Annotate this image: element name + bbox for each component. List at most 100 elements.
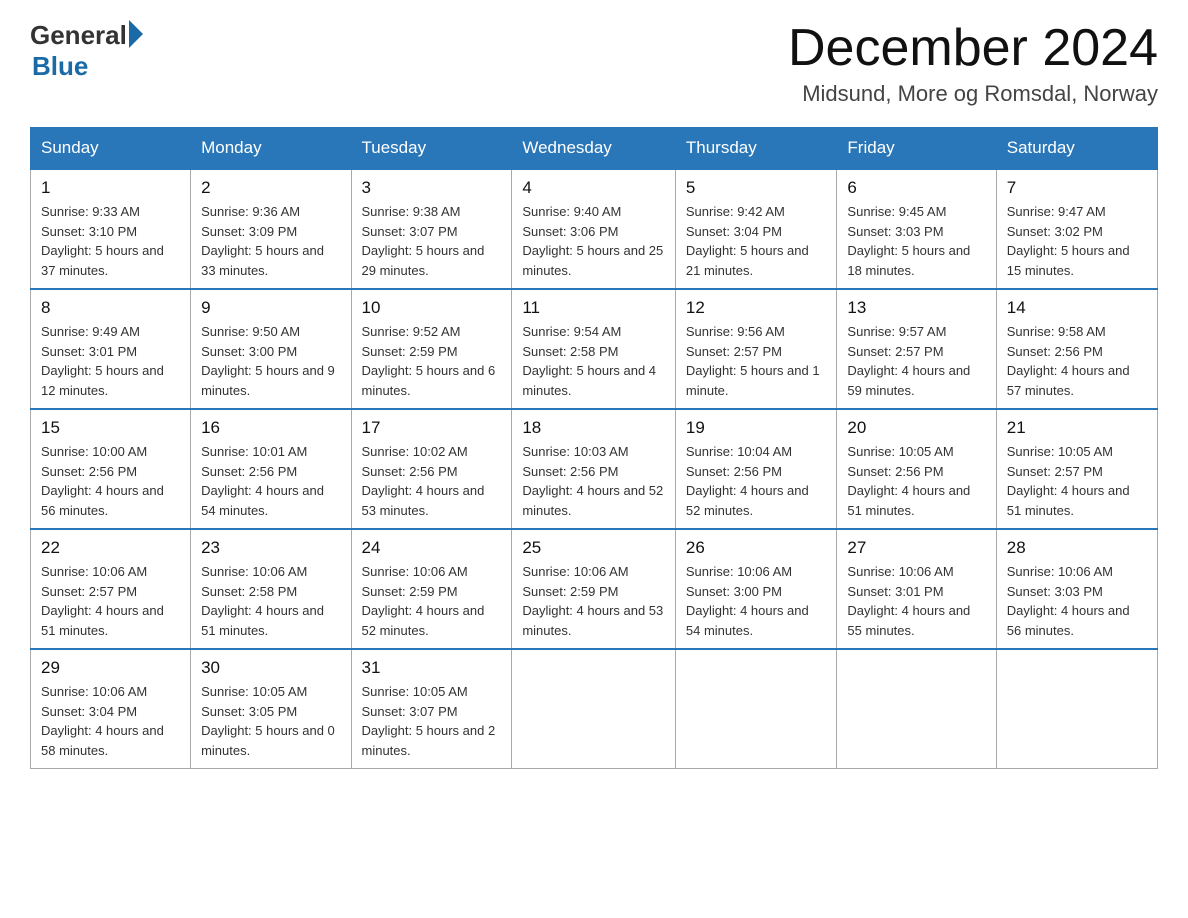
day-number: 9 (201, 298, 340, 318)
day-info: Sunrise: 9:38 AMSunset: 3:07 PMDaylight:… (362, 202, 502, 280)
calendar-cell: 29 Sunrise: 10:06 AMSunset: 3:04 PMDaylig… (31, 649, 191, 769)
day-info: Sunrise: 9:45 AMSunset: 3:03 PMDaylight:… (847, 202, 985, 280)
day-number: 2 (201, 178, 340, 198)
header-saturday: Saturday (996, 128, 1157, 170)
calendar-cell: 30 Sunrise: 10:05 AMSunset: 3:05 PMDaylig… (191, 649, 351, 769)
calendar-cell: 13 Sunrise: 9:57 AMSunset: 2:57 PMDayligh… (837, 289, 996, 409)
day-info: Sunrise: 10:06 AMSunset: 3:04 PMDaylight… (41, 682, 180, 760)
day-number: 19 (686, 418, 827, 438)
day-number: 25 (522, 538, 665, 558)
day-number: 26 (686, 538, 827, 558)
calendar-cell: 6 Sunrise: 9:45 AMSunset: 3:03 PMDaylight… (837, 169, 996, 289)
day-info: Sunrise: 9:33 AMSunset: 3:10 PMDaylight:… (41, 202, 180, 280)
calendar-cell: 3Sunrise: 9:38 AMSunset: 3:07 PMDaylight… (351, 169, 512, 289)
calendar-cell: 20Sunrise: 10:05 AMSunset: 2:56 PMDaylig… (837, 409, 996, 529)
logo: General Blue (30, 20, 143, 82)
day-number: 31 (362, 658, 502, 678)
day-number: 15 (41, 418, 180, 438)
day-info: Sunrise: 10:06 AMSunset: 3:01 PMDaylight… (847, 562, 985, 640)
week-row: 29 Sunrise: 10:06 AMSunset: 3:04 PMDaylig… (31, 649, 1158, 769)
location-title: Midsund, More og Romsdal, Norway (788, 81, 1158, 107)
calendar-cell: 15Sunrise: 10:00 AMSunset: 2:56 PMDaylig… (31, 409, 191, 529)
day-info: Sunrise: 9:50 AMSunset: 3:00 PMDaylight:… (201, 322, 340, 400)
day-info: Sunrise: 10:03 AMSunset: 2:56 PMDaylight… (522, 442, 665, 520)
calendar-cell: 5 Sunrise: 9:42 AMSunset: 3:04 PMDaylight… (675, 169, 837, 289)
day-number: 28 (1007, 538, 1147, 558)
calendar-cell: 10Sunrise: 9:52 AMSunset: 2:59 PMDayligh… (351, 289, 512, 409)
day-number: 23 (201, 538, 340, 558)
calendar-cell: 31 Sunrise: 10:05 AMSunset: 3:07 PMDaylig… (351, 649, 512, 769)
calendar-cell: 9 Sunrise: 9:50 AMSunset: 3:00 PMDaylight… (191, 289, 351, 409)
day-number: 17 (362, 418, 502, 438)
calendar-cell: 17 Sunrise: 10:02 AMSunset: 2:56 PMDaylig… (351, 409, 512, 529)
day-number: 5 (686, 178, 827, 198)
calendar-cell: 16Sunrise: 10:01 AMSunset: 2:56 PMDaylig… (191, 409, 351, 529)
day-number: 13 (847, 298, 985, 318)
day-number: 7 (1007, 178, 1147, 198)
calendar-cell: 8 Sunrise: 9:49 AMSunset: 3:01 PMDaylight… (31, 289, 191, 409)
calendar-cell: 24Sunrise: 10:06 AMSunset: 2:59 PMDaylig… (351, 529, 512, 649)
day-info: Sunrise: 10:02 AMSunset: 2:56 PMDaylight… (362, 442, 502, 520)
page-header: General Blue December 2024 Midsund, More… (30, 20, 1158, 107)
calendar-cell: 4Sunrise: 9:40 AMSunset: 3:06 PMDaylight… (512, 169, 676, 289)
day-info: Sunrise: 10:04 AMSunset: 2:56 PMDaylight… (686, 442, 827, 520)
day-info: Sunrise: 9:57 AMSunset: 2:57 PMDaylight:… (847, 322, 985, 400)
day-number: 12 (686, 298, 827, 318)
calendar-cell: 14 Sunrise: 9:58 AMSunset: 2:56 PMDayligh… (996, 289, 1157, 409)
calendar-cell: 19 Sunrise: 10:04 AMSunset: 2:56 PMDaylig… (675, 409, 837, 529)
day-info: Sunrise: 9:54 AMSunset: 2:58 PMDaylight:… (522, 322, 665, 400)
day-number: 24 (362, 538, 502, 558)
logo-triangle-icon (129, 20, 143, 48)
calendar-table: SundayMondayTuesdayWednesdayThursdayFrid… (30, 127, 1158, 769)
day-info: Sunrise: 10:01 AMSunset: 2:56 PMDaylight… (201, 442, 340, 520)
day-number: 21 (1007, 418, 1147, 438)
month-title: December 2024 (788, 20, 1158, 77)
calendar-cell: 25 Sunrise: 10:06 AMSunset: 2:59 PMDaylig… (512, 529, 676, 649)
day-number: 4 (522, 178, 665, 198)
header-wednesday: Wednesday (512, 128, 676, 170)
day-number: 29 (41, 658, 180, 678)
day-number: 27 (847, 538, 985, 558)
calendar-cell: 1 Sunrise: 9:33 AMSunset: 3:10 PMDaylight… (31, 169, 191, 289)
calendar-cell (996, 649, 1157, 769)
calendar-cell: 18 Sunrise: 10:03 AMSunset: 2:56 PMDaylig… (512, 409, 676, 529)
day-info: Sunrise: 10:06 AMSunset: 3:00 PMDaylight… (686, 562, 827, 640)
day-info: Sunrise: 10:05 AMSunset: 2:57 PMDaylight… (1007, 442, 1147, 520)
header-monday: Monday (191, 128, 351, 170)
day-info: Sunrise: 9:36 AMSunset: 3:09 PMDaylight:… (201, 202, 340, 280)
day-number: 30 (201, 658, 340, 678)
day-info: Sunrise: 10:06 AMSunset: 3:03 PMDaylight… (1007, 562, 1147, 640)
day-info: Sunrise: 9:47 AMSunset: 3:02 PMDaylight:… (1007, 202, 1147, 280)
calendar-cell (837, 649, 996, 769)
day-info: Sunrise: 9:49 AMSunset: 3:01 PMDaylight:… (41, 322, 180, 400)
day-info: Sunrise: 10:06 AMSunset: 2:58 PMDaylight… (201, 562, 340, 640)
day-info: Sunrise: 10:05 AMSunset: 3:07 PMDaylight… (362, 682, 502, 760)
day-number: 18 (522, 418, 665, 438)
week-row: 22Sunrise: 10:06 AMSunset: 2:57 PMDaylig… (31, 529, 1158, 649)
week-row: 1 Sunrise: 9:33 AMSunset: 3:10 PMDaylight… (31, 169, 1158, 289)
day-info: Sunrise: 9:56 AMSunset: 2:57 PMDaylight:… (686, 322, 827, 400)
day-number: 22 (41, 538, 180, 558)
calendar-cell: 11Sunrise: 9:54 AMSunset: 2:58 PMDayligh… (512, 289, 676, 409)
week-row: 15Sunrise: 10:00 AMSunset: 2:56 PMDaylig… (31, 409, 1158, 529)
day-info: Sunrise: 9:58 AMSunset: 2:56 PMDaylight:… (1007, 322, 1147, 400)
calendar-cell: 2 Sunrise: 9:36 AMSunset: 3:09 PMDaylight… (191, 169, 351, 289)
header-sunday: Sunday (31, 128, 191, 170)
day-info: Sunrise: 10:06 AMSunset: 2:59 PMDaylight… (522, 562, 665, 640)
header-tuesday: Tuesday (351, 128, 512, 170)
calendar-cell: 12 Sunrise: 9:56 AMSunset: 2:57 PMDayligh… (675, 289, 837, 409)
day-number: 10 (362, 298, 502, 318)
day-number: 1 (41, 178, 180, 198)
title-section: December 2024 Midsund, More og Romsdal, … (788, 20, 1158, 107)
day-info: Sunrise: 10:05 AMSunset: 3:05 PMDaylight… (201, 682, 340, 760)
calendar-cell: 28 Sunrise: 10:06 AMSunset: 3:03 PMDaylig… (996, 529, 1157, 649)
calendar-cell: 22Sunrise: 10:06 AMSunset: 2:57 PMDaylig… (31, 529, 191, 649)
week-row: 8 Sunrise: 9:49 AMSunset: 3:01 PMDaylight… (31, 289, 1158, 409)
day-number: 8 (41, 298, 180, 318)
calendar-cell: 26 Sunrise: 10:06 AMSunset: 3:00 PMDaylig… (675, 529, 837, 649)
day-number: 6 (847, 178, 985, 198)
day-number: 14 (1007, 298, 1147, 318)
calendar-cell (512, 649, 676, 769)
day-info: Sunrise: 9:42 AMSunset: 3:04 PMDaylight:… (686, 202, 827, 280)
logo-general-text: General (30, 20, 127, 51)
